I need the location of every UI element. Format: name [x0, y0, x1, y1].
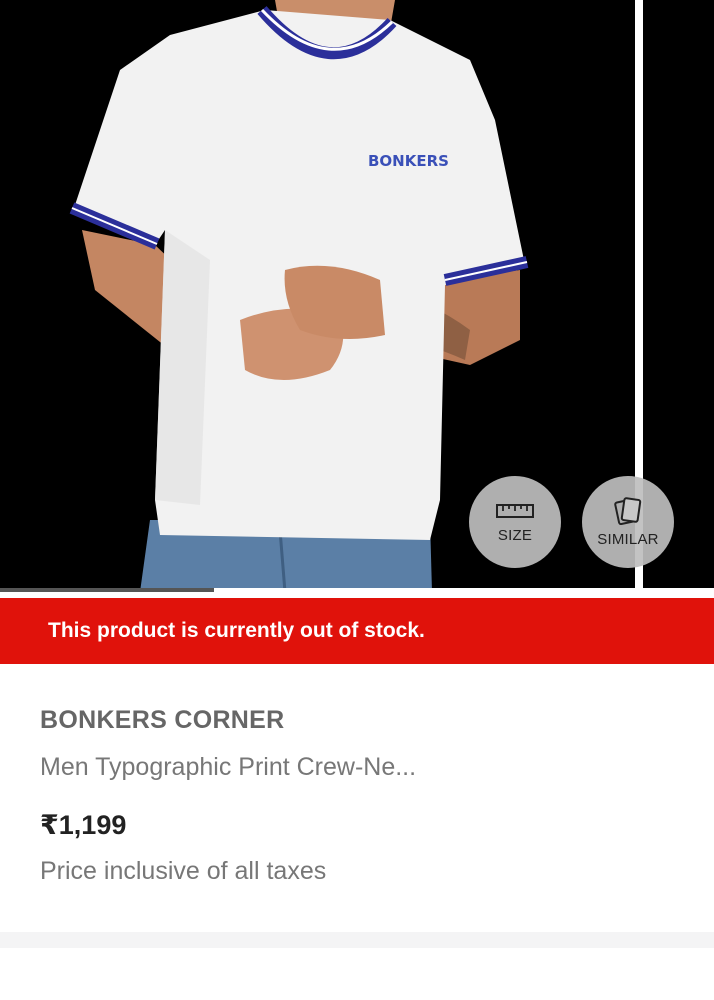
ruler-icon — [496, 503, 534, 518]
product-image-gallery[interactable]: BONKERS SIZE SIMILAR — [0, 0, 714, 592]
similar-cards-icon — [614, 496, 642, 525]
product-title: Men Typographic Print Crew-Ne... — [40, 753, 417, 781]
gallery-progress-bar — [0, 588, 714, 592]
out-of-stock-banner: This product is currently out of stock. — [0, 598, 714, 664]
out-of-stock-message: This product is currently out of stock. — [48, 619, 425, 642]
size-button[interactable]: SIZE — [469, 476, 561, 568]
section-separator — [0, 932, 714, 948]
tax-note: Price inclusive of all taxes — [40, 857, 327, 885]
brand-name[interactable]: BONKERS CORNER — [40, 706, 680, 735]
product-price: ₹1,199 — [40, 810, 127, 840]
product-info: BONKERS CORNER Men Typographic Print Cre… — [40, 706, 680, 886]
gallery-progress-fill — [0, 588, 215, 592]
similar-button[interactable]: SIMILAR — [582, 476, 674, 568]
similar-button-label: SIMILAR — [597, 530, 659, 548]
size-button-label: SIZE — [497, 526, 533, 544]
shirt-logo: BONKERS — [368, 152, 449, 170]
